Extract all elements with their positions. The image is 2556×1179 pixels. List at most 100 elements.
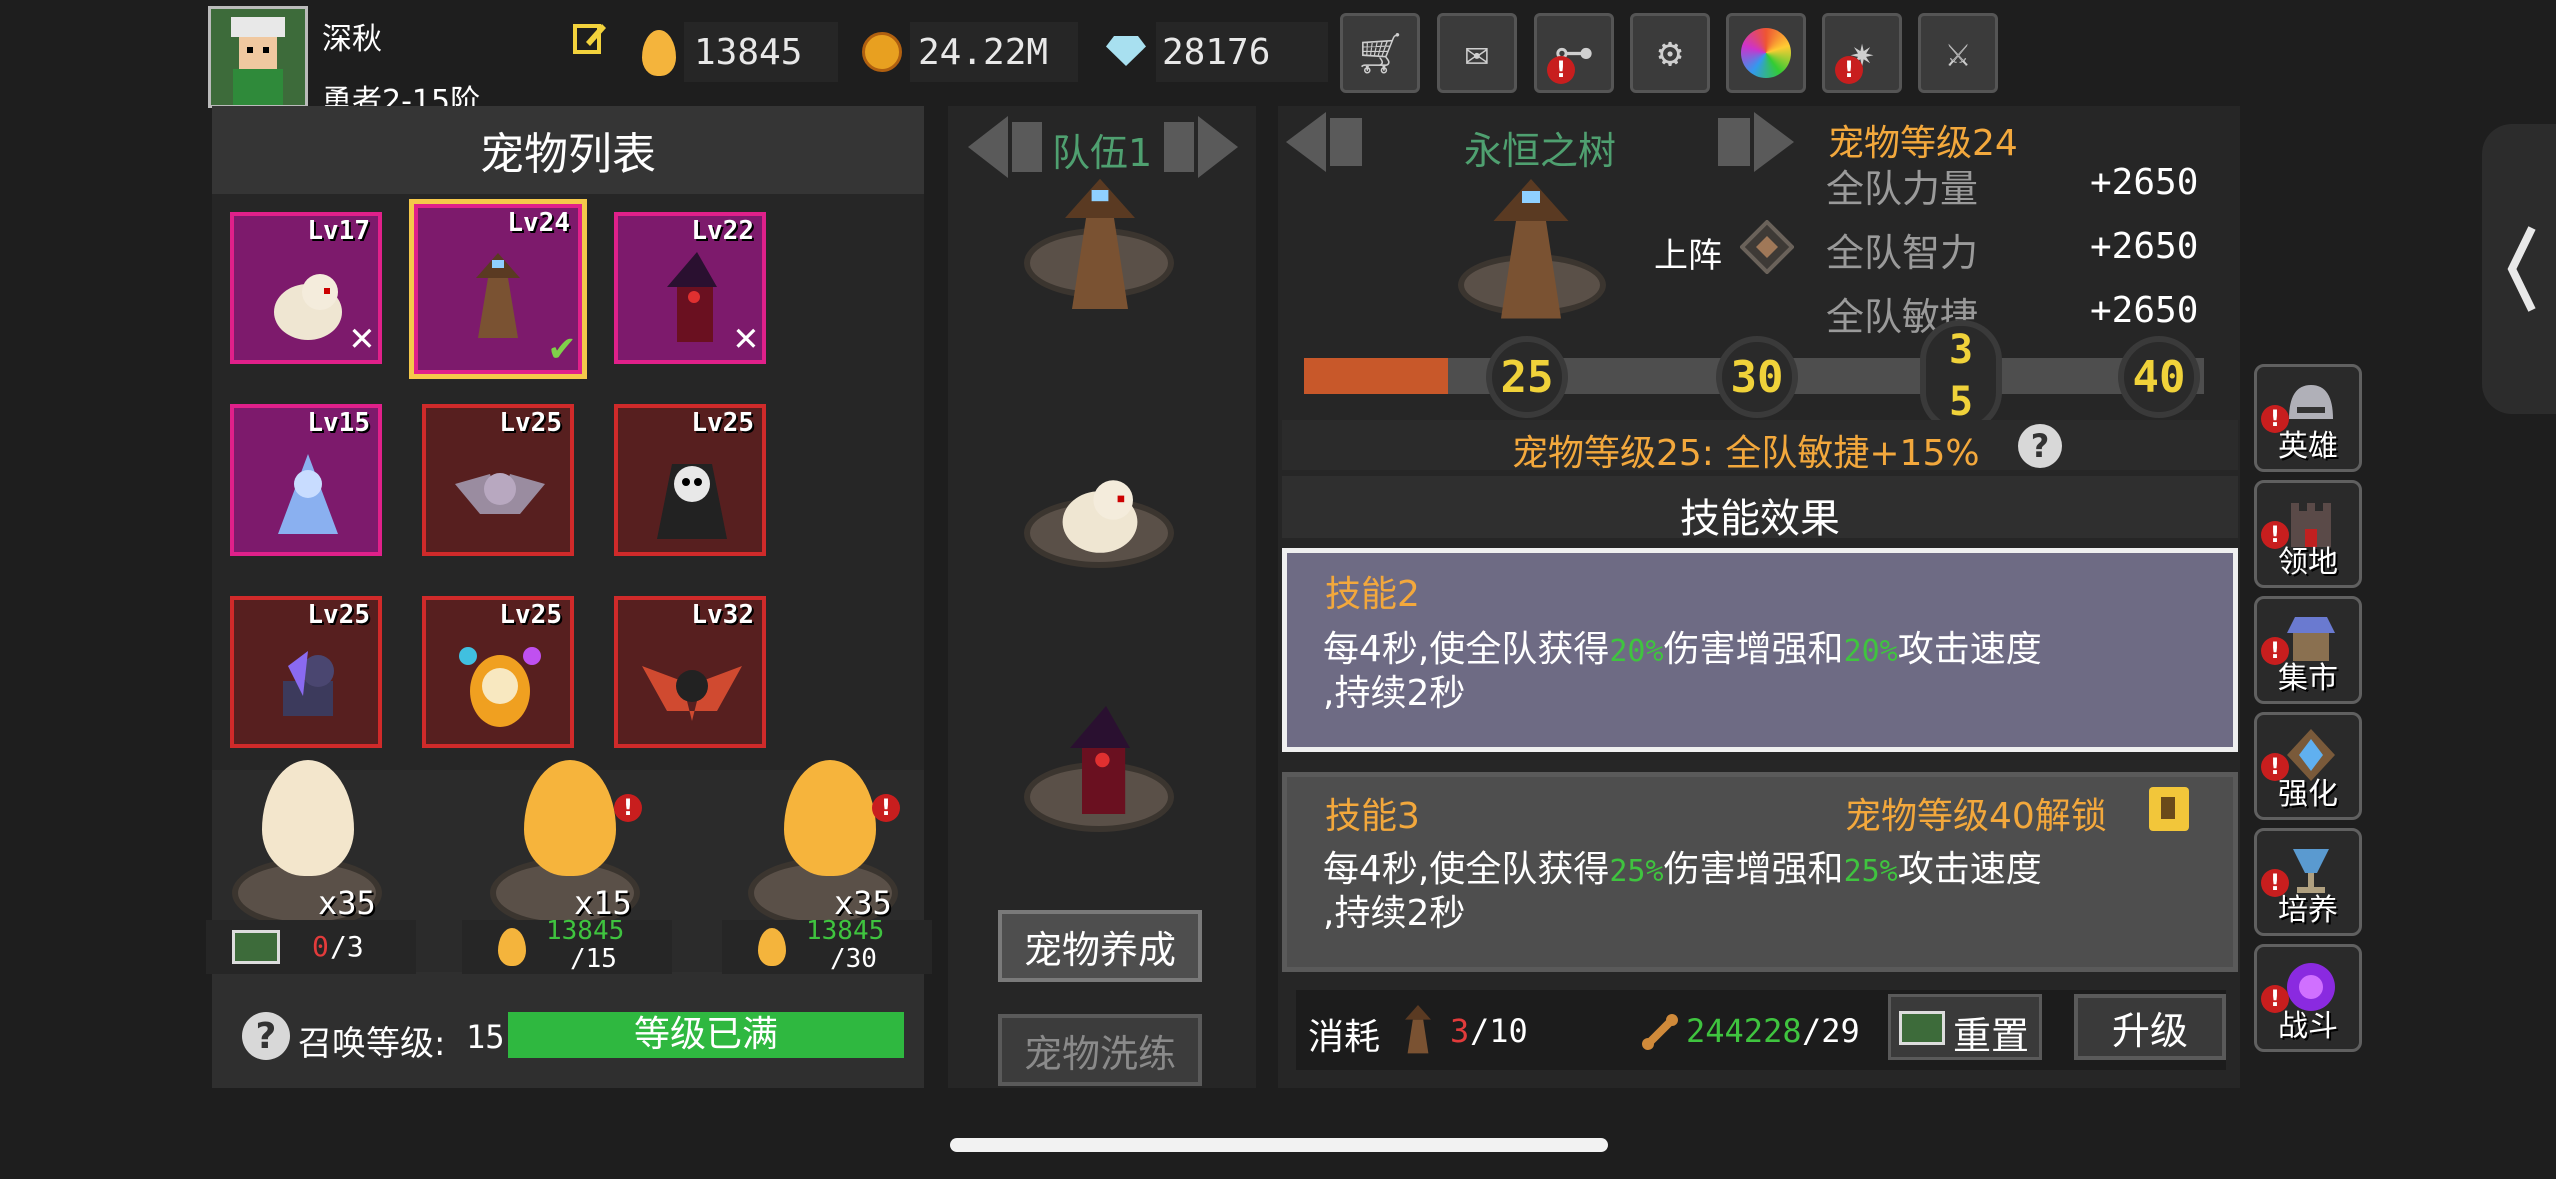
battle-tools-button[interactable]: ⚔ (1918, 13, 1998, 93)
team-prev-arrow-icon[interactable] (968, 116, 1046, 178)
pet-card[interactable]: Lv25 (422, 596, 574, 748)
egg-cost: 13845 (806, 916, 885, 946)
unequipped-x-icon: ✕ (349, 314, 374, 360)
nav-battle-button[interactable]: ! 战斗 (2254, 944, 2362, 1052)
level-progress-fill (1304, 358, 1448, 394)
stat-label: 全队智力 (1826, 231, 1979, 275)
pet-level: Lv25 (499, 600, 562, 630)
pet-card[interactable]: Lv25 (614, 404, 766, 556)
skill-description: 每4秒,使全队获得25%伤害增强和25%攻击速度 ,持续2秒 (1323, 849, 2042, 934)
pet-card-selected[interactable]: Lv24 ✔ (409, 199, 587, 379)
stat-value: +2650 (2090, 290, 2199, 331)
gem-icon[interactable] (1106, 36, 1146, 66)
ad-video-icon (1899, 1011, 1945, 1045)
pet-witch (667, 252, 717, 342)
pet-level: Lv15 (307, 408, 370, 438)
egg-summon-box[interactable]: 13845 /15 (462, 916, 672, 974)
nav-label: 战斗 (2278, 1009, 2338, 1044)
ad-video-icon (232, 930, 280, 964)
pet-card[interactable]: Lv25 (230, 596, 382, 748)
nav-label: 领地 (2278, 545, 2338, 580)
egg-icon (642, 30, 676, 76)
skills-title: 技能效果 (1680, 496, 1840, 542)
gold-coin-icon[interactable] (862, 32, 902, 72)
pet-reaper (657, 464, 727, 539)
pet-reroll-button[interactable]: 宠物洗练 (998, 1014, 1202, 1086)
summon-level-label: 召唤等级: (298, 1024, 446, 1064)
ad-used-count: 0 (312, 930, 329, 963)
nav-market-button[interactable]: ! 集市 (2254, 596, 2362, 704)
pet-train-button[interactable]: 宠物养成 (998, 910, 1202, 982)
nav-hero-button[interactable]: ! 英雄 (2254, 364, 2362, 472)
upgrade-button[interactable]: 升级 (2074, 994, 2226, 1060)
pet-white-wolf (274, 274, 342, 340)
pet-flame-skull (459, 647, 541, 727)
gear-icon: ⚙ (1657, 30, 1683, 76)
ad-summon-box[interactable]: 0 /3 (206, 920, 416, 974)
alert-icon: ! (614, 794, 642, 822)
pet-name: 永恒之树 (1464, 129, 1617, 173)
help-icon[interactable]: ? (242, 1012, 290, 1060)
pet-card[interactable]: Lv32 (614, 596, 766, 748)
gold-amount: 24.22M (918, 32, 1049, 73)
team-slot-3-pet[interactable] (1040, 696, 1160, 836)
pet-card[interactable]: Lv22 ✕ (614, 212, 766, 364)
shop-button[interactable]: 🛒︎ (1340, 13, 1420, 93)
nav-enhance-button[interactable]: ! 强化 (2254, 712, 2362, 820)
pet-bat (455, 473, 545, 514)
pet-card[interactable]: Lv15 (230, 404, 382, 556)
reset-label: 重置 (1953, 1014, 2030, 1058)
nav-cultivate-button[interactable]: ! 培养 (2254, 828, 2362, 936)
aperture-button[interactable] (1726, 13, 1806, 93)
pet-prev-arrow-icon[interactable] (1286, 112, 1370, 172)
deploy-label: 上阵 (1654, 236, 1722, 276)
equipped-check-icon: ✔ (549, 324, 574, 370)
fireworks-button[interactable]: ✷! (1822, 13, 1902, 93)
pet-level: Lv25 (499, 408, 562, 438)
mail-button[interactable]: ✉ (1437, 13, 1517, 93)
pet-level: Lv24 (507, 208, 570, 238)
egg-limit: /15 (570, 944, 617, 974)
bonus-help-icon[interactable]: ? (2018, 424, 2062, 468)
deploy-diamond-icon[interactable] (1739, 219, 1795, 275)
nav-label: 培养 (2278, 893, 2338, 928)
lock-icon (2149, 787, 2189, 831)
team-next-arrow-icon[interactable] (1160, 116, 1238, 178)
drawer-handle[interactable] (2482, 124, 2556, 414)
skill-description: 每4秒,使全队获得20%伤害增强和20%攻击速度 ,持续2秒 (1323, 629, 2042, 714)
skill-name: 技能2 (1325, 574, 1420, 615)
aperture-icon (1741, 28, 1791, 78)
summon-level-value: 15 (466, 1018, 505, 1056)
pet-list-title: 宠物列表 (480, 129, 656, 180)
edit-icon[interactable] (572, 20, 608, 56)
team-slot-1-pet[interactable] (1030, 176, 1170, 316)
unequipped-x-icon: ✕ (733, 314, 758, 360)
pet-card[interactable]: Lv25 (422, 404, 574, 556)
skill-name: 技能3 (1325, 796, 1420, 837)
pet-level: Lv22 (691, 216, 754, 246)
player-avatar[interactable] (208, 6, 308, 108)
mail-icon: ✉ (1464, 30, 1490, 76)
milestone-node: 25 (1486, 336, 1568, 418)
reset-button[interactable]: 重置 (1888, 994, 2042, 1060)
pet-next-arrow-icon[interactable] (1710, 112, 1794, 172)
pet-card[interactable]: Lv17 ✕ (230, 212, 382, 364)
egg-summon-box[interactable]: 13845 /30 (722, 916, 932, 974)
pet-ice-spirit (278, 454, 338, 534)
milestone-node: 30 (1716, 336, 1798, 418)
gamepad-button[interactable]: ⊶! (1534, 13, 1614, 93)
nav-label: 强化 (2278, 777, 2338, 812)
pet-level: Lv17 (307, 216, 370, 246)
nav-territory-button[interactable]: ! 领地 (2254, 480, 2362, 588)
team-slot-2-pet[interactable] (1040, 456, 1160, 566)
chevron-left-icon (2507, 226, 2536, 312)
cost-shards-have: 3 (1450, 1012, 1470, 1050)
gem-currency: 28176 (1100, 22, 1328, 82)
summon-level-bar: 等级已满 (508, 1012, 904, 1058)
ad-limit: /3 (330, 930, 364, 963)
milestone-node: 40 (2118, 336, 2200, 418)
pet-portrait (1493, 179, 1569, 319)
alert-icon: ! (872, 794, 900, 822)
settings-button[interactable]: ⚙ (1630, 13, 1710, 93)
home-indicator[interactable] (950, 1138, 1608, 1152)
